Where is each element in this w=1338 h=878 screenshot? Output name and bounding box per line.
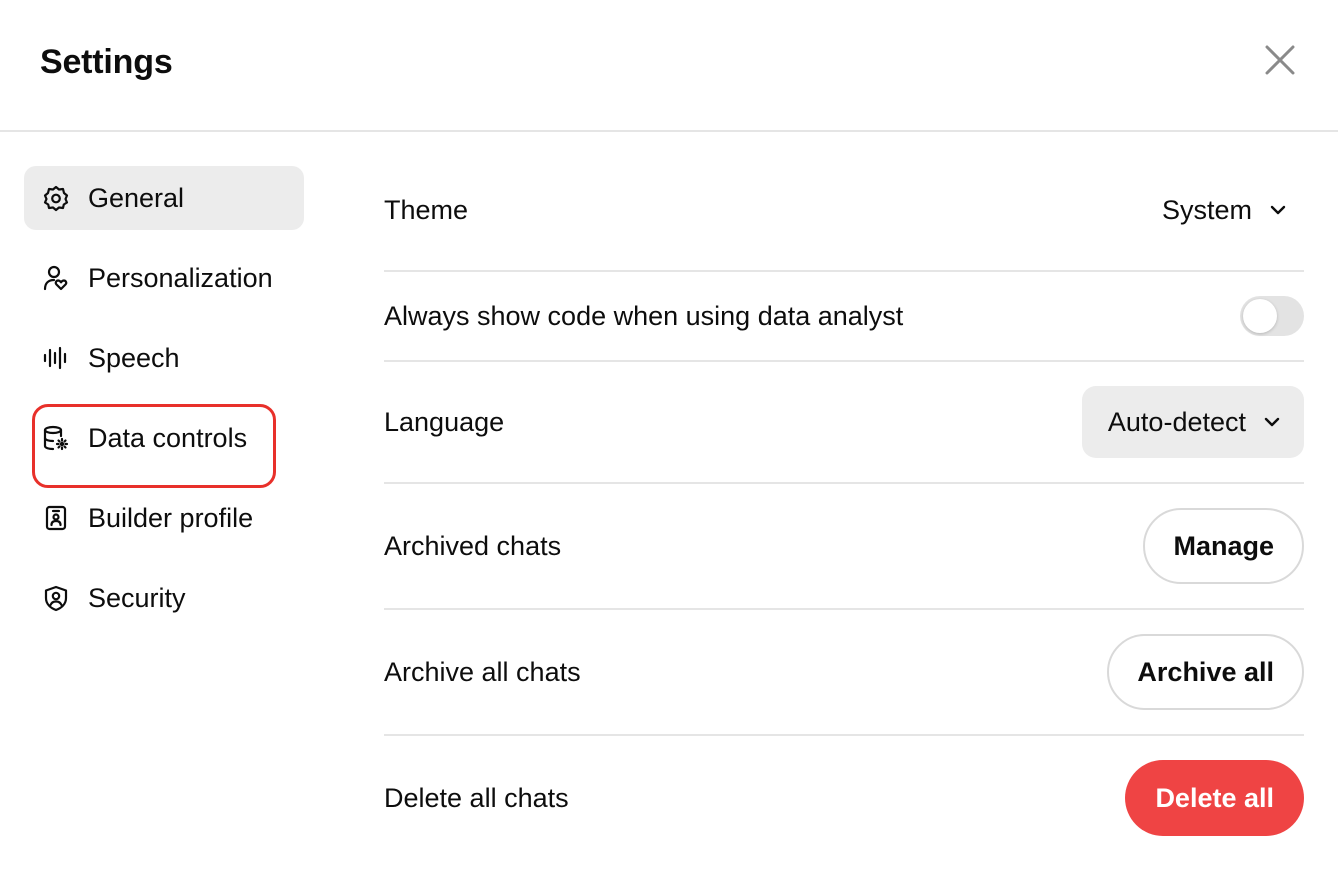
- archived-chats-row: Archived chats Manage: [384, 484, 1304, 610]
- settings-sidebar: General Personalization Speech Data cont…: [24, 166, 304, 646]
- show-code-label: Always show code when using data analyst: [384, 301, 904, 331]
- manage-button[interactable]: Manage: [1143, 508, 1304, 584]
- sidebar-item-label: Speech: [88, 343, 180, 373]
- chevron-down-icon: [1262, 412, 1282, 432]
- id-badge-icon: [42, 504, 70, 532]
- sidebar-item-label: Security: [88, 583, 186, 613]
- person-heart-icon: [42, 264, 70, 292]
- sidebar-item-label: Personalization: [88, 263, 273, 293]
- show-code-toggle[interactable]: [1240, 296, 1304, 336]
- waveform-icon: [42, 344, 70, 372]
- sidebar-item-general[interactable]: General: [24, 166, 304, 230]
- theme-value: System: [1161, 194, 1252, 225]
- sidebar-item-data-controls[interactable]: Data controls: [24, 406, 304, 470]
- gear-icon: [42, 184, 70, 212]
- delete-all-label: Delete all chats: [384, 783, 569, 813]
- sidebar-item-personalization[interactable]: Personalization: [24, 246, 304, 310]
- language-label: Language: [384, 407, 505, 437]
- language-select[interactable]: Auto-detect: [1081, 386, 1304, 458]
- delete-all-button[interactable]: Delete all: [1125, 760, 1304, 836]
- general-settings-panel: Theme System Always show code when using…: [384, 150, 1304, 860]
- close-button[interactable]: [1258, 38, 1302, 82]
- sidebar-item-security[interactable]: Security: [24, 566, 304, 630]
- sidebar-item-label: General: [88, 183, 185, 213]
- sidebar-item-speech[interactable]: Speech: [24, 326, 304, 390]
- shield-user-icon: [42, 584, 70, 612]
- settings-header: Settings: [0, 0, 1338, 132]
- toggle-knob: [1243, 299, 1277, 333]
- sidebar-item-label: Builder profile: [88, 503, 254, 533]
- theme-label: Theme: [384, 195, 469, 225]
- chevron-down-icon: [1268, 200, 1288, 220]
- delete-all-row: Delete all chats Delete all: [384, 736, 1304, 860]
- language-value: Auto-detect: [1107, 406, 1246, 437]
- page-title: Settings: [40, 43, 173, 81]
- sidebar-item-label: Data controls: [88, 423, 248, 453]
- archive-all-label: Archive all chats: [384, 657, 581, 687]
- language-row: Language Auto-detect: [384, 362, 1304, 484]
- theme-row: Theme System: [384, 150, 1304, 272]
- archive-all-row: Archive all chats Archive all: [384, 610, 1304, 736]
- archived-chats-label: Archived chats: [384, 531, 562, 561]
- show-code-row: Always show code when using data analyst: [384, 272, 1304, 362]
- database-gear-icon: [42, 424, 70, 452]
- close-icon: [1265, 45, 1295, 75]
- sidebar-item-builder-profile[interactable]: Builder profile: [24, 486, 304, 550]
- theme-select[interactable]: System: [1162, 195, 1304, 226]
- archive-all-button[interactable]: Archive all: [1107, 634, 1304, 710]
